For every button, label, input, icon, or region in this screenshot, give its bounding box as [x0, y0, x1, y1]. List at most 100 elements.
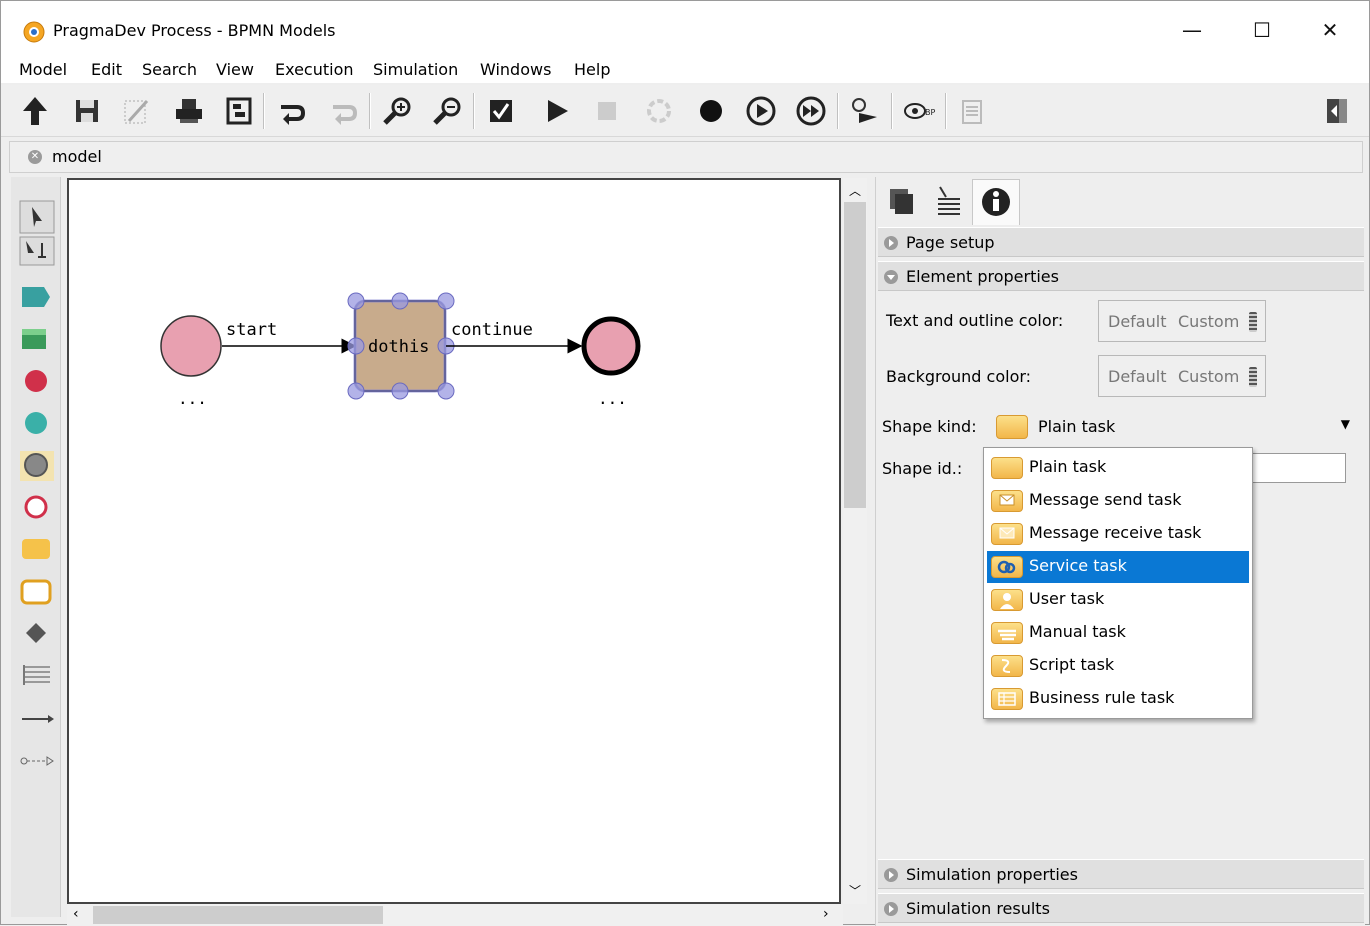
text-color-custom[interactable]: Custom — [1178, 312, 1239, 331]
intermediate-event-icon[interactable] — [18, 407, 56, 443]
report-icon[interactable] — [955, 93, 991, 129]
pool-icon[interactable] — [18, 281, 56, 317]
option-user-task[interactable]: User task — [987, 584, 1249, 616]
properties-list-icon[interactable] — [926, 179, 970, 225]
bg-color-default[interactable]: Default — [1108, 367, 1166, 386]
chevron-down-icon[interactable]: ▼ — [1341, 417, 1350, 431]
redo-icon[interactable] — [325, 93, 361, 129]
section-simulation-properties[interactable]: Simulation properties — [878, 859, 1364, 889]
option-label: Business rule task — [1029, 688, 1175, 707]
scroll-down-icon[interactable]: ﹀ — [849, 882, 861, 899]
option-label: Manual task — [1029, 622, 1126, 641]
option-business-rule-task[interactable]: Business rule task — [987, 683, 1249, 715]
scroll-left-icon[interactable]: ‹ — [73, 906, 79, 922]
message-flow-icon[interactable] — [18, 743, 56, 779]
section-element-properties-label: Element properties — [906, 267, 1059, 286]
tab-info[interactable] — [972, 179, 1020, 225]
zoom-in-icon[interactable] — [379, 93, 415, 129]
start-event-label: start — [226, 320, 277, 340]
menu-view[interactable]: View — [216, 60, 254, 79]
stop-icon[interactable] — [589, 93, 625, 129]
undo-icon[interactable] — [273, 93, 309, 129]
option-message-send-task[interactable]: Message send task — [987, 485, 1249, 517]
annotation-icon[interactable] — [18, 659, 56, 695]
option-script-task[interactable]: Script task — [987, 650, 1249, 682]
step-over-icon[interactable] — [793, 93, 829, 129]
business-rule-icon — [991, 688, 1023, 710]
subprocess-icon[interactable] — [18, 575, 56, 611]
vertical-scroll-thumb[interactable] — [844, 202, 866, 508]
print-icon[interactable] — [171, 93, 207, 129]
check-icon[interactable] — [483, 93, 519, 129]
app-window: PragmaDev Process - BPMN Models — ☐ ✕ Mo… — [0, 0, 1370, 926]
zoom-out-icon[interactable] — [429, 93, 465, 129]
design-icon[interactable] — [119, 93, 155, 129]
service-task-icon — [991, 556, 1023, 578]
menu-model[interactable]: Model — [19, 60, 67, 79]
bg-color-custom[interactable]: Custom — [1178, 367, 1239, 386]
bg-color-chooser[interactable]: Default Custom — [1098, 355, 1266, 397]
menu-bar: Model Edit Search View Execution Simulat… — [1, 53, 1369, 83]
end-event-icon[interactable] — [18, 491, 56, 527]
section-simulation-results-label: Simulation results — [906, 899, 1050, 918]
export-icon[interactable] — [221, 93, 257, 129]
step-icon[interactable] — [743, 93, 779, 129]
expanded-bullet-icon — [884, 270, 898, 284]
save-icon[interactable] — [69, 93, 105, 129]
observer-icon[interactable]: BP — [901, 93, 937, 129]
section-page-setup[interactable]: Page setup — [878, 227, 1364, 257]
text-color-chooser[interactable]: Default Custom — [1098, 300, 1266, 342]
section-element-properties[interactable]: Element properties — [878, 261, 1364, 291]
canvas-horizontal-scrollbar[interactable]: ‹ › — [67, 904, 843, 926]
shape-palette — [11, 177, 61, 917]
select-tool-icon[interactable] — [18, 199, 56, 235]
multi-select-tool-icon[interactable] — [18, 235, 56, 271]
task-icon[interactable] — [18, 533, 56, 569]
gray-event-icon[interactable] — [18, 449, 56, 485]
canvas-vertical-scrollbar[interactable]: ︿ ﹀ — [843, 178, 867, 904]
up-arrow-icon[interactable] — [17, 93, 53, 129]
option-message-receive-task[interactable]: Message receive task — [987, 518, 1249, 550]
close-button[interactable]: ✕ — [1307, 15, 1353, 45]
start-event-dots: ... — [178, 389, 207, 408]
scroll-up-icon[interactable]: ︿ — [849, 182, 861, 199]
diagram-canvas[interactable]: start ... dothis continue ... — [67, 178, 841, 904]
sequence-flow-icon[interactable] — [18, 701, 56, 737]
pages-icon[interactable] — [880, 179, 924, 225]
bg-color-slider-handle[interactable] — [1249, 367, 1257, 387]
collapsed-bullet-icon — [884, 902, 898, 916]
play-icon[interactable] — [539, 93, 575, 129]
text-color-default[interactable]: Default — [1108, 312, 1166, 331]
menu-edit[interactable]: Edit — [91, 60, 122, 79]
menu-execution[interactable]: Execution — [275, 60, 354, 79]
start-event-icon[interactable] — [18, 365, 56, 401]
end-event[interactable] — [581, 316, 641, 376]
option-plain-task[interactable]: Plain task — [987, 452, 1249, 484]
option-manual-task[interactable]: Manual task — [987, 617, 1249, 649]
menu-simulation[interactable]: Simulation — [373, 60, 458, 79]
menu-help[interactable]: Help — [574, 60, 610, 79]
scroll-right-icon[interactable]: › — [823, 906, 829, 922]
message-send-icon — [991, 490, 1023, 512]
shape-kind-select[interactable]: Plain task ▼ — [994, 411, 1350, 443]
menu-search[interactable]: Search — [142, 60, 197, 79]
option-service-task[interactable]: Service task — [987, 551, 1249, 583]
svg-text:BP: BP — [925, 108, 935, 117]
trace-icon[interactable] — [847, 93, 883, 129]
minimize-button[interactable]: — — [1169, 15, 1215, 45]
shape-id-input[interactable] — [1252, 453, 1346, 483]
section-simulation-results[interactable]: Simulation results — [878, 893, 1364, 923]
tab-close-icon[interactable]: ✕ — [28, 150, 42, 164]
breakpoint-icon[interactable] — [693, 93, 729, 129]
gateway-icon[interactable] — [18, 617, 56, 653]
horizontal-scroll-thumb[interactable] — [93, 906, 383, 924]
restart-icon[interactable] — [641, 93, 677, 129]
panel-toggle-icon[interactable] — [1319, 93, 1355, 129]
start-event[interactable] — [160, 315, 222, 377]
maximize-button[interactable]: ☐ — [1239, 15, 1285, 45]
tab-model[interactable]: model — [52, 147, 102, 166]
menu-windows[interactable]: Windows — [480, 60, 551, 79]
shape-kind-value: Plain task — [1038, 417, 1116, 436]
text-color-slider-handle[interactable] — [1249, 312, 1257, 332]
lane-icon[interactable] — [18, 323, 56, 359]
